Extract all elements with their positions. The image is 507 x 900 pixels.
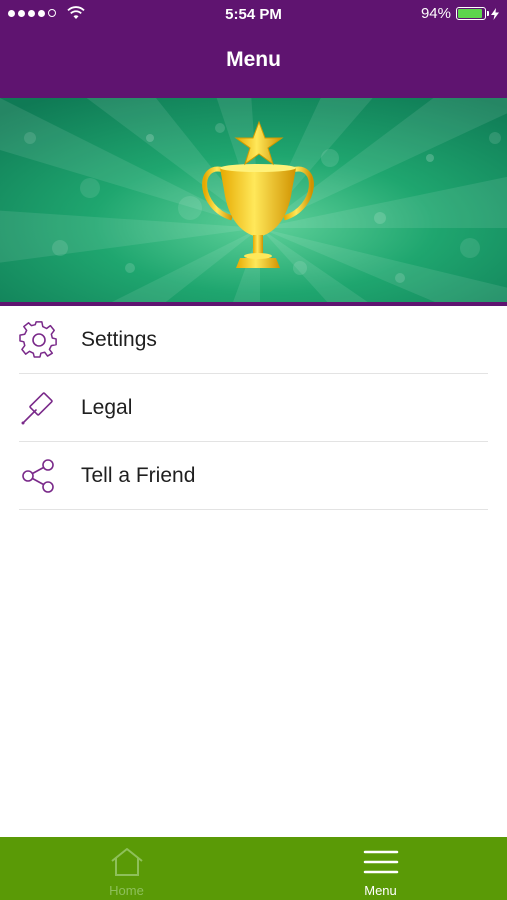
menu-item-label: Legal: [81, 395, 133, 419]
menu-item-settings[interactable]: Settings: [19, 306, 488, 374]
home-icon: [110, 848, 143, 876]
tab-label: Home: [109, 883, 144, 898]
battery-percent: 94%: [420, 5, 451, 22]
gear-icon: [19, 320, 59, 360]
tab-home[interactable]: Home: [0, 837, 253, 900]
menu-item-label: Tell a Friend: [81, 463, 196, 487]
gavel-icon: [19, 388, 59, 428]
trophy-banner: [0, 98, 507, 302]
charging-icon: [491, 7, 499, 20]
status-bar: 5:54 PM 94%: [0, 0, 507, 28]
share-icon: [19, 456, 59, 496]
menu-list: Settings Legal Tell a Friend: [0, 306, 507, 510]
menu-item-label: Settings: [81, 327, 157, 351]
tab-label: Menu: [364, 883, 397, 898]
page-title: Menu: [226, 48, 281, 71]
menu-item-legal[interactable]: Legal: [19, 374, 488, 442]
tab-menu[interactable]: Menu: [254, 837, 507, 900]
menu-item-tell-a-friend[interactable]: Tell a Friend: [19, 442, 488, 510]
navigation-bar: Menu: [0, 28, 507, 98]
tab-bar: Home Menu: [0, 837, 507, 900]
battery-icon: [456, 7, 489, 20]
hamburger-icon: [363, 850, 398, 874]
